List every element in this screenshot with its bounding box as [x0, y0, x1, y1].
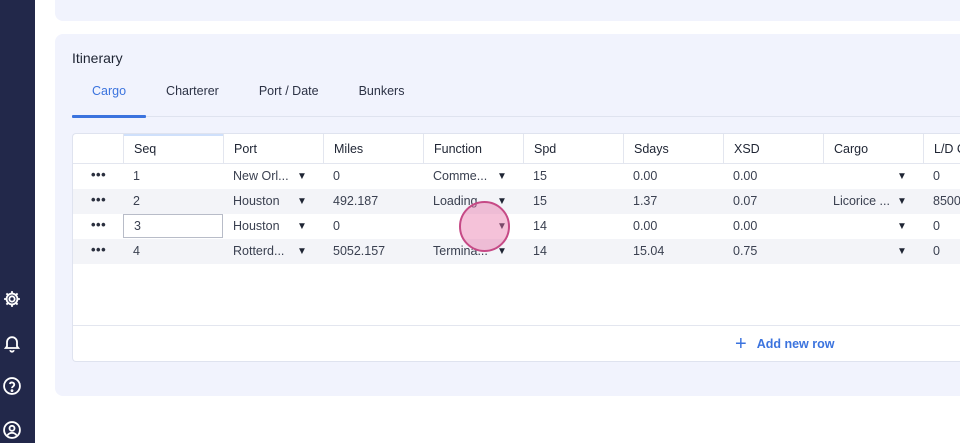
cargo-dropdown-icon[interactable]: ▼ [897, 239, 907, 264]
cell-xsd[interactable]: 0.07 [723, 189, 823, 214]
cell-port[interactable]: Houston [223, 189, 295, 214]
row-menu-button[interactable]: ••• [73, 189, 123, 214]
cargo-dropdown-icon[interactable]: ▼ [897, 189, 907, 214]
function-dropdown-icon[interactable]: ▼ [497, 164, 507, 189]
function-dropdown-icon[interactable]: ▼ [497, 239, 507, 264]
table-row[interactable]: ••• 3 Houston ▼ 0 ▼ 14 0.00 0.00 ▼ 0 [73, 214, 960, 239]
add-new-row-button[interactable]: + Add new row [735, 326, 835, 361]
tab-bunkers[interactable]: Bunkers [339, 79, 425, 117]
column-header-seq[interactable]: Seq [123, 134, 223, 164]
cell-spd[interactable]: 14 [523, 214, 623, 239]
cell-cargo[interactable]: Licorice ... [823, 189, 895, 214]
grid-footer: + Add new row [73, 325, 960, 361]
cell-function[interactable]: Loading [423, 189, 495, 214]
cell-function[interactable] [423, 214, 495, 239]
cargo-dropdown-icon[interactable]: ▼ [897, 164, 907, 189]
cell-sdays[interactable]: 0.00 [623, 214, 723, 239]
bell-icon[interactable] [1, 332, 23, 354]
cell-cargo[interactable] [823, 214, 895, 239]
cell-sdays[interactable]: 0.00 [623, 164, 723, 189]
itinerary-card: Itinerary Cargo Charterer Port / Date Bu… [55, 34, 960, 396]
cell-xsd[interactable]: 0.75 [723, 239, 823, 264]
port-dropdown-icon[interactable]: ▼ [297, 239, 307, 264]
cell-seq[interactable]: 2 [123, 189, 223, 214]
cell-ld[interactable]: 0 [923, 239, 960, 264]
cell-miles[interactable]: 5052.157 [323, 239, 423, 264]
column-header-ld[interactable]: L/D C [923, 134, 960, 164]
cell-function[interactable]: Termina... [423, 239, 495, 264]
column-header-actions [73, 134, 123, 164]
tab-port-date[interactable]: Port / Date [239, 79, 339, 117]
cargo-dropdown-icon[interactable]: ▼ [897, 214, 907, 239]
column-header-port[interactable]: Port [223, 134, 323, 164]
port-dropdown-icon[interactable]: ▼ [297, 164, 307, 189]
cell-sdays[interactable]: 15.04 [623, 239, 723, 264]
cell-ld[interactable]: 8500 [923, 189, 960, 214]
user-icon[interactable] [1, 419, 23, 441]
row-menu-button[interactable]: ••• [73, 214, 123, 239]
top-card [55, 0, 960, 21]
cell-xsd[interactable]: 0.00 [723, 214, 823, 239]
column-header-sdays[interactable]: Sdays [623, 134, 723, 164]
function-dropdown-icon[interactable]: ▼ [497, 214, 507, 239]
cell-cargo[interactable] [823, 164, 895, 189]
column-header-spd[interactable]: Spd [523, 134, 623, 164]
table-row[interactable]: ••• 4 Rotterd... ▼ 5052.157 Termina... ▼… [73, 239, 960, 264]
cell-port[interactable]: Houston [223, 214, 295, 239]
column-header-miles[interactable]: Miles [323, 134, 423, 164]
gear-icon[interactable] [1, 288, 23, 310]
table-row[interactable]: ••• 2 Houston ▼ 492.187 Loading ▼ 15 1.3… [73, 189, 960, 214]
help-icon[interactable] [1, 375, 23, 397]
cell-ld[interactable]: 0 [923, 164, 960, 189]
column-header-function[interactable]: Function [423, 134, 523, 164]
cell-miles[interactable]: 492.187 [323, 189, 423, 214]
add-new-row-label: Add new row [756, 337, 835, 351]
sidebar [0, 0, 35, 443]
seq-edit-input[interactable]: 3 [123, 214, 223, 238]
row-menu-button[interactable]: ••• [73, 164, 123, 189]
cell-spd[interactable]: 15 [523, 164, 623, 189]
cell-cargo[interactable] [823, 239, 895, 264]
itinerary-tabs: Cargo Charterer Port / Date Bunkers [72, 79, 960, 118]
cell-spd[interactable]: 14 [523, 239, 623, 264]
function-dropdown-icon[interactable]: ▼ [497, 189, 507, 214]
port-dropdown-icon[interactable]: ▼ [297, 189, 307, 214]
cell-port[interactable]: Rotterd... [223, 239, 295, 264]
section-title: Itinerary [72, 50, 123, 66]
itinerary-grid: Seq Port Miles Function Spd Sdays XSD Ca… [72, 133, 960, 362]
cell-function[interactable]: Comme... [423, 164, 495, 189]
cell-seq[interactable]: 1 [123, 164, 223, 189]
port-dropdown-icon[interactable]: ▼ [297, 214, 307, 239]
grid-header: Seq Port Miles Function Spd Sdays XSD Ca… [73, 134, 960, 164]
column-header-xsd[interactable]: XSD [723, 134, 823, 164]
table-row[interactable]: ••• 1 New Orl... ▼ 0 Comme... ▼ 15 0.00 … [73, 164, 960, 189]
cell-miles[interactable]: 0 [323, 214, 423, 239]
cell-seq[interactable]: 4 [123, 239, 223, 264]
column-header-cargo[interactable]: Cargo [823, 134, 923, 164]
tab-cargo[interactable]: Cargo [72, 79, 147, 118]
cell-spd[interactable]: 15 [523, 189, 623, 214]
plus-icon: + [735, 333, 747, 355]
cell-miles[interactable]: 0 [323, 164, 423, 189]
cell-xsd[interactable]: 0.00 [723, 164, 823, 189]
row-menu-button[interactable]: ••• [73, 239, 123, 264]
cell-sdays[interactable]: 1.37 [623, 189, 723, 214]
cell-port[interactable]: New Orl... [223, 164, 295, 189]
tab-charterer[interactable]: Charterer [146, 79, 239, 117]
cell-ld[interactable]: 0 [923, 214, 960, 239]
